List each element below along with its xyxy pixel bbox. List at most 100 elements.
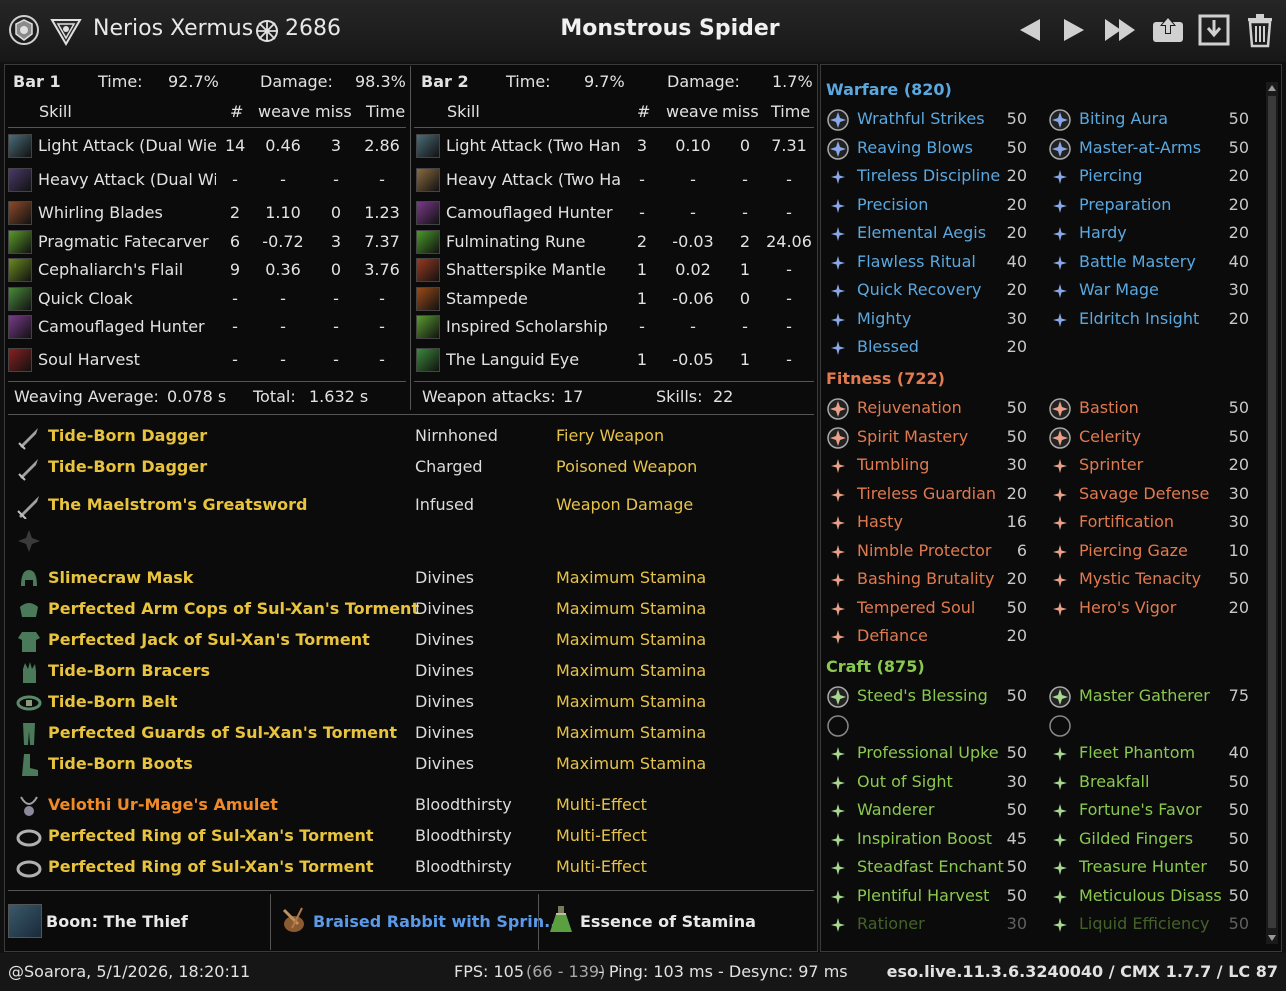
skill-row[interactable]: Cephaliarch's Flail 9 0.36 0 3.76 (8, 255, 408, 285)
cp-star-name[interactable]: Nimble Protector (857, 541, 991, 560)
cp-star-name[interactable]: Fleet Phantom (1079, 743, 1195, 762)
gear-row[interactable]: Slimecraw Mask Divines Maximum Stamina (8, 564, 808, 594)
gear-row[interactable]: Perfected Ring of Sul-Xan's Torment Blood… (8, 822, 808, 852)
cp-star-name[interactable]: Mighty (857, 309, 911, 328)
skill-row[interactable]: Light Attack (Two Han 3 0.10 0 7.31 (416, 131, 816, 161)
skill-row[interactable]: Camouflaged Hunter - - - - (416, 198, 816, 228)
cp-star-name[interactable]: Piercing Gaze (1079, 541, 1188, 560)
potion-name: Essence of Stamina (580, 912, 756, 931)
cp-star-name[interactable]: Wanderer (857, 800, 934, 819)
potion-slot[interactable]: Essence of Stamina (542, 894, 812, 950)
skill-row[interactable]: Shatterspike Mantle 1 0.02 1 - (416, 255, 816, 285)
bar2-header-divider (414, 127, 814, 128)
gear-row[interactable]: Perfected Arm Cops of Sul-Xan's Torment D… (8, 595, 808, 625)
cp-star-name[interactable]: Precision (857, 195, 928, 214)
skill-row[interactable]: Heavy Attack (Dual Wi - - - - (8, 165, 408, 195)
cp-star-name[interactable]: Treasure Hunter (1079, 857, 1207, 876)
cp-star-name[interactable]: Professional Upke (857, 743, 999, 762)
cp-star-value: 50 (1228, 771, 1249, 791)
cp-star-name[interactable]: Sprinter (1079, 455, 1143, 474)
cp-star-name[interactable]: Quick Recovery (857, 280, 982, 299)
cp-star-name[interactable]: Master Gatherer (1079, 686, 1210, 705)
cp-star-name[interactable]: Steadfast Enchant (857, 857, 1004, 876)
cp-star-name[interactable]: Bashing Brutality (857, 569, 995, 588)
cp-star-name[interactable]: Blessed (857, 337, 919, 356)
save-fight-icon[interactable] (1150, 12, 1186, 48)
skill-row[interactable]: Quick Cloak - - - - (8, 284, 408, 314)
cp-star-name[interactable]: Flawless Ritual (857, 252, 976, 271)
cp-star-name[interactable]: Biting Aura (1079, 109, 1168, 128)
gear-row[interactable]: Tide-Born Boots Divines Maximum Stamina (8, 750, 808, 780)
cp-star-name[interactable]: Elemental Aegis (857, 223, 986, 242)
gear-row[interactable]: Tide-Born Dagger Nirnhoned Fiery Weapon (8, 422, 808, 452)
gear-row[interactable]: Perfected Guards of Sul-Xan's Torment Div… (8, 719, 808, 749)
cp-star-name[interactable]: Savage Defense (1079, 484, 1209, 503)
scroll-up-icon[interactable] (1266, 82, 1278, 94)
skill-row[interactable]: Soul Harvest - - - - (8, 345, 408, 375)
cp-star-name[interactable]: Fortification (1079, 512, 1174, 531)
bar1-col-miss: miss (315, 102, 352, 121)
gear-row[interactable]: Velothi Ur-Mage's Amulet Bloodthirsty Mult… (8, 791, 808, 821)
skill-row[interactable]: Whirling Blades 2 1.10 0 1.23 (8, 198, 408, 228)
cp-star-name[interactable]: Tumbling (857, 455, 929, 474)
cp-star-name[interactable]: Plentiful Harvest (857, 886, 989, 905)
skill-row[interactable]: Fulminating Rune 2 -0.03 2 24.06 (416, 227, 816, 257)
skill-row[interactable]: The Languid Eye 1 -0.05 1 - (416, 345, 816, 375)
skill-count: 1 (636, 350, 648, 369)
last-fight-button[interactable] (1102, 12, 1138, 48)
cp-scrollbar-thumb[interactable] (1268, 96, 1276, 928)
cp-star-name[interactable]: Gilded Fingers (1079, 829, 1193, 848)
cp-star-name[interactable]: Hasty (857, 512, 903, 531)
cp-star-name[interactable]: Out of Sight (857, 772, 953, 791)
cp-star-name[interactable]: Inspiration Boost (857, 829, 992, 848)
cp-star-name[interactable]: Celerity (1079, 427, 1141, 446)
cp-star-name[interactable]: Fortune's Favor (1079, 800, 1202, 819)
skill-row[interactable]: Pragmatic Fatecarver 6 -0.72 3 7.37 (8, 227, 408, 257)
scroll-down-icon[interactable] (1266, 932, 1278, 944)
gear-row[interactable]: Tide-Born Dagger Charged Poisoned Weapon (8, 453, 808, 483)
cp-star-name[interactable]: Reaving Blows (857, 138, 973, 157)
cp-star-name[interactable]: War Mage (1079, 280, 1159, 299)
cp-star-name[interactable]: Hardy (1079, 223, 1127, 242)
cp-star-name[interactable]: Rationer (857, 914, 925, 933)
gear-row[interactable]: Perfected Jack of Sul-Xan's Torment Divin… (8, 626, 808, 656)
skill-row[interactable]: Heavy Attack (Two Ha - - - - (416, 165, 816, 195)
cp-star-name[interactable]: Hero's Vigor (1079, 598, 1176, 617)
skill-row[interactable]: Inspired Scholarship - - - - (416, 312, 816, 342)
gear-row[interactable]: Tide-Born Belt Divines Maximum Stamina (8, 688, 808, 718)
food-slot[interactable]: Braised Rabbit with Sprin... (274, 894, 562, 950)
delete-fight-icon[interactable] (1242, 12, 1278, 48)
star-icon (1053, 459, 1067, 473)
cp-star-name[interactable]: Mystic Tenacity (1079, 569, 1201, 588)
skill-row[interactable]: Light Attack (Dual Wie 14 0.46 3 2.86 (8, 131, 408, 161)
next-fight-button[interactable] (1056, 12, 1092, 48)
cp-star-name[interactable]: Wrathful Strikes (857, 109, 985, 128)
cp-star-name[interactable]: Eldritch Insight (1079, 309, 1199, 328)
load-fight-icon[interactable] (1196, 12, 1232, 48)
skill-row[interactable]: Stampede 1 -0.06 0 - (416, 284, 816, 314)
skill-time: 1.23 (364, 203, 400, 222)
cp-star-name[interactable]: Bastion (1079, 398, 1139, 417)
cp-star-name[interactable]: Rejuvenation (857, 398, 962, 417)
previous-fight-button[interactable] (1012, 12, 1048, 48)
cp-scrollbar[interactable] (1266, 82, 1278, 944)
cp-star-name[interactable]: Defiance (857, 626, 928, 645)
cp-star-name[interactable]: Master-at-Arms (1079, 138, 1201, 157)
cp-star-name[interactable]: Piercing (1079, 166, 1142, 185)
cp-star-name[interactable]: Battle Mastery (1079, 252, 1196, 271)
gear-row[interactable]: The Maelstrom's Greatsword Infused Weapon … (8, 491, 808, 521)
cp-star-name[interactable]: Meticulous Disass (1079, 886, 1222, 905)
cp-star-name[interactable]: Tireless Discipline (857, 166, 1000, 185)
cp-star-name[interactable]: Preparation (1079, 195, 1171, 214)
cp-star-name[interactable]: Tempered Soul (857, 598, 975, 617)
cp-star-value: 40 (1228, 251, 1249, 271)
cp-star-name[interactable]: Breakfall (1079, 772, 1149, 791)
cp-star-name[interactable]: Liquid Efficiency (1079, 914, 1209, 933)
gear-row[interactable]: Tide-Born Bracers Divines Maximum Stamina (8, 657, 808, 687)
boon-slot[interactable]: Boon: The Thief (8, 894, 270, 950)
cp-star-name[interactable]: Steed's Blessing (857, 686, 988, 705)
gear-row[interactable]: Perfected Ring of Sul-Xan's Torment Blood… (8, 853, 808, 883)
cp-star-name[interactable]: Spirit Mastery (857, 427, 968, 446)
cp-star-name[interactable]: Tireless Guardian (857, 484, 996, 503)
skill-row[interactable]: Camouflaged Hunter - - - - (8, 312, 408, 342)
